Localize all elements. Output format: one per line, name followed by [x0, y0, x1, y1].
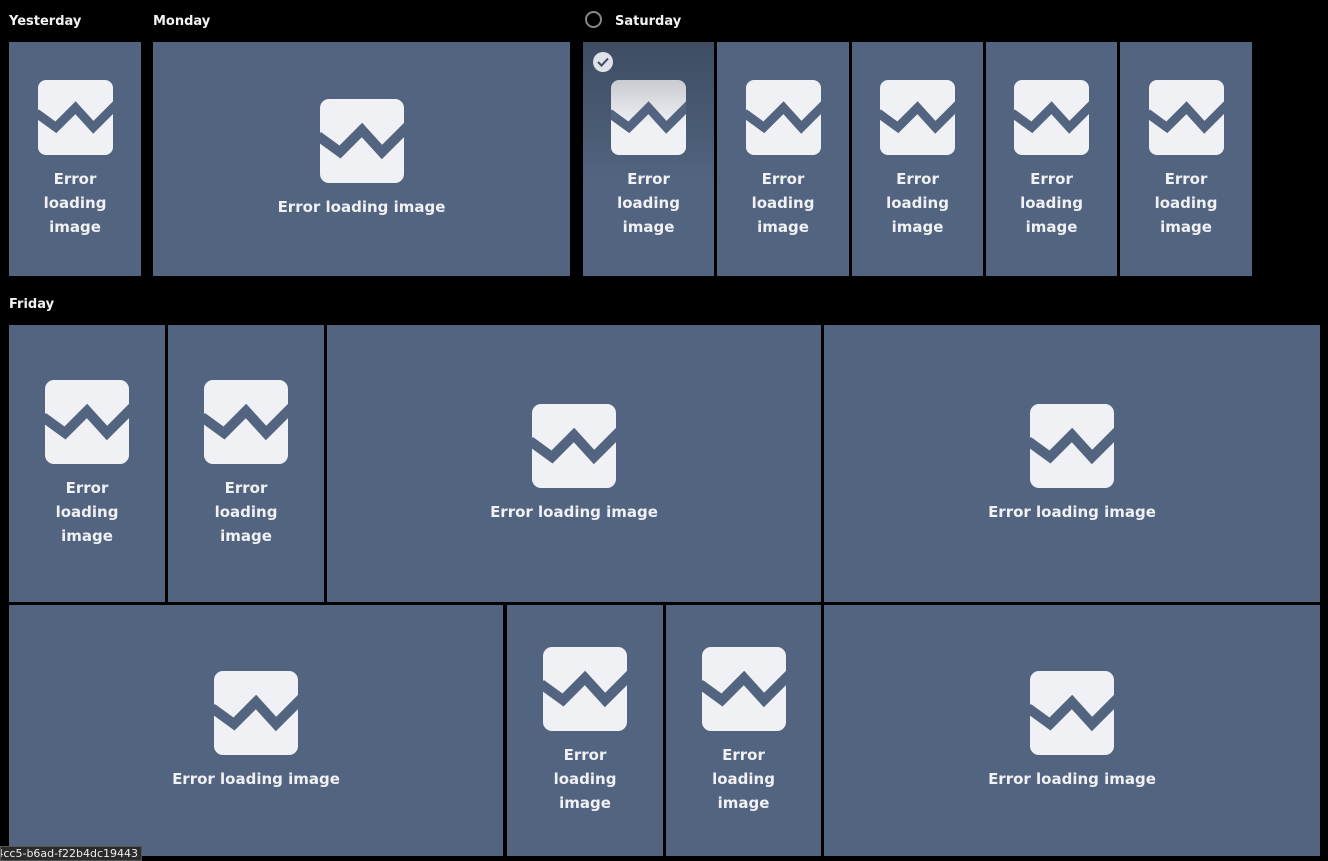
error-label: Error loading image [886, 169, 949, 236]
select-group-radio-icon[interactable] [585, 11, 602, 28]
broken-image-icon [319, 99, 404, 183]
error-label: Error loading image [1020, 169, 1083, 236]
photo-tile[interactable]: Error loading image [9, 605, 503, 856]
error-label: Error loading image [1154, 169, 1218, 236]
broken-image-icon [1014, 79, 1089, 155]
broken-image-icon [1030, 403, 1114, 488]
photo-tile[interactable]: Error loading image [824, 605, 1320, 856]
broken-image-icon [1030, 670, 1114, 755]
error-label: Error loading image [988, 502, 1156, 521]
group-title-yesterday: Yesterday [9, 14, 82, 29]
photo-tile[interactable]: Error loading image [9, 42, 141, 276]
broken-image-icon [543, 646, 627, 731]
photo-tile[interactable]: Error loading image [717, 42, 849, 276]
error-label: Error loading image [43, 169, 107, 236]
group-title-monday: Monday [153, 14, 211, 29]
checkmark-icon[interactable] [593, 52, 613, 72]
photo-tile[interactable]: Error loading image [327, 325, 821, 602]
broken-image-icon [745, 79, 821, 155]
error-label: Error loading image [712, 745, 775, 812]
group-title-saturday: Saturday [615, 14, 682, 29]
error-label: Error loading image [617, 169, 680, 236]
photo-tile[interactable]: Error loading image [507, 605, 663, 856]
broken-image-icon [1148, 79, 1224, 155]
photo-tile[interactable]: Error loading image [986, 42, 1117, 276]
error-label: Error loading image [214, 478, 278, 545]
photo-tile[interactable]: Error loading image [153, 42, 570, 276]
error-label: Error loading image [988, 769, 1156, 788]
broken-image-icon [204, 379, 288, 464]
broken-image-icon [611, 79, 686, 155]
error-label: Error loading image [55, 478, 119, 545]
tooltip: 4cc5-b6ad-f22b4dc19443 [0, 846, 142, 861]
tooltip-text: 4cc5-b6ad-f22b4dc19443 [0, 847, 138, 860]
error-label: Error loading image [490, 502, 658, 521]
photo-tile[interactable]: Error loading image [824, 325, 1320, 602]
error-label: Error loading image [553, 745, 617, 812]
broken-image-icon [214, 670, 298, 755]
broken-image-icon [37, 79, 113, 155]
broken-image-icon [880, 79, 955, 155]
photo-tile[interactable]: Error loading image [666, 605, 821, 856]
photo-tile[interactable]: Error loading image [583, 42, 714, 276]
photo-tile[interactable]: Error loading image [168, 325, 324, 602]
error-label: Error loading image [277, 198, 446, 216]
photo-tile[interactable]: Error loading image [9, 325, 165, 602]
broken-image-icon [532, 403, 616, 488]
photo-tile[interactable]: Error loading image [852, 42, 983, 276]
broken-image-icon [701, 646, 786, 731]
group-title-friday: Friday [9, 297, 55, 312]
error-label: Error loading image [172, 769, 340, 788]
photo-tile[interactable]: Error loading image [1120, 42, 1252, 276]
error-label: Error loading image [751, 169, 815, 236]
broken-image-icon [45, 379, 129, 464]
